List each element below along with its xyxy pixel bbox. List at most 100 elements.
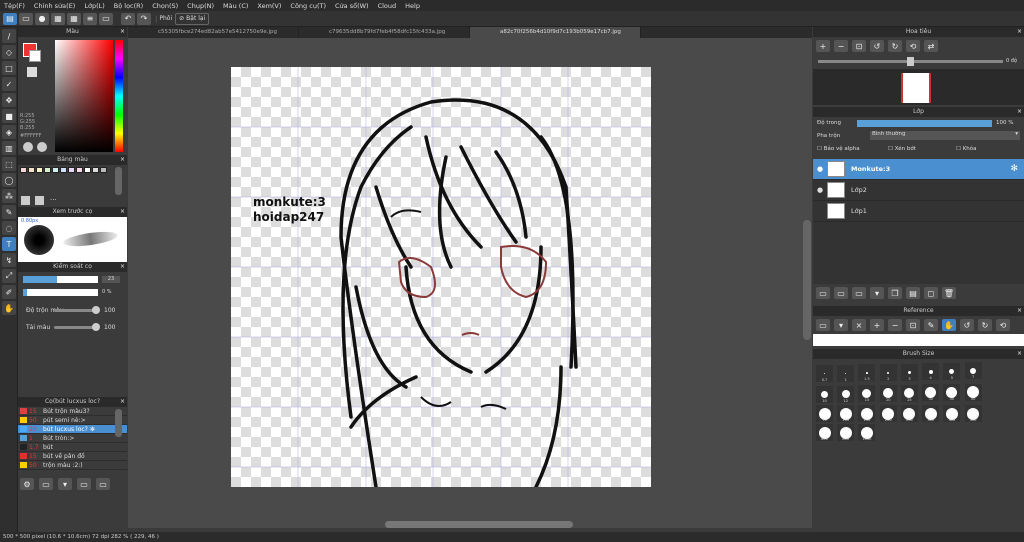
brush-size-option[interactable]: 0.7 [816,364,833,382]
vertical-scrollbar[interactable] [803,220,811,340]
zoom-in-icon[interactable]: + [816,40,830,52]
save-icon[interactable]: ▦ [51,12,65,25]
protect-alpha-checkbox[interactable]: ☐ Bảo vệ alpha [817,146,860,152]
magic-wand-icon[interactable]: ⁂ [2,189,16,203]
select-area-icon[interactable]: ⬚ [2,157,16,171]
toolbar-label-1[interactable]: Phôi [159,15,172,22]
reference-zoom-out-icon[interactable]: − [888,319,902,331]
clear-layer-icon[interactable]: ◻ [924,287,938,299]
menu-filter[interactable]: Bộ lọc(R) [114,2,143,10]
brush-size-option[interactable]: 15 [858,385,876,402]
brush-list-scrollbar[interactable] [115,409,122,437]
new-folder-icon[interactable]: ▭ [852,287,866,299]
brush-size-option[interactable]: 50 [964,383,982,401]
palette-scrollbar[interactable] [115,167,122,195]
palette-add-icon[interactable] [21,196,30,205]
reference-rotate-right-icon[interactable]: ↻ [978,319,992,331]
close-icon[interactable]: × [1017,107,1022,117]
brush-add-menu-icon[interactable]: ▾ [58,478,72,490]
clipping-checkbox[interactable]: ☐ Xén bớt [888,146,916,152]
reset-rotate-icon[interactable]: ⟲ [906,40,920,52]
select-eraser-icon[interactable]: ◌ [2,221,16,235]
reference-zoom-in-icon[interactable]: + [870,319,884,331]
menu-layer[interactable]: Lớp(L) [84,2,104,10]
reference-hand-icon[interactable]: ✋ [942,319,956,331]
close-icon[interactable]: × [120,27,125,37]
color-saturation-field[interactable] [55,40,113,152]
brush-item[interactable]: 15 Bút trộn màu3? [18,407,127,416]
brush-size-option[interactable]: 10 [816,386,833,403]
zoom-out-icon[interactable]: − [834,40,848,52]
reference-fit-icon[interactable]: ⊡ [906,319,920,331]
gear-icon[interactable]: ✻ [90,426,95,433]
tab-doc-2[interactable]: c79635dd8b79fd7feb4f58dfc15fc433a.jpg [299,27,470,38]
menu-help[interactable]: Help [405,2,420,10]
reset-button[interactable]: ⊘ Bật lại [175,12,210,25]
brush-size-bar[interactable] [23,276,98,283]
zoom-fit-icon[interactable]: ⊡ [852,40,866,52]
window-icon[interactable]: ▭ [99,12,113,25]
hand-icon[interactable]: ✋ [2,301,16,315]
reference-rotate-left-icon[interactable]: ↺ [960,319,974,331]
chat-icon[interactable]: ● [35,12,49,25]
reference-close-icon[interactable]: × [852,319,866,331]
brush-size-option[interactable]: 25 [900,384,918,402]
undo-icon[interactable]: ↶ [121,12,135,25]
brush-size-option[interactable]: 150 [858,405,876,422]
blend-slider-knob[interactable] [92,306,100,314]
rotation-slider-knob[interactable] [907,57,914,66]
divide-tool-icon[interactable]: ↯ [2,253,16,267]
brush-size-option[interactable]: 100 [837,405,855,422]
brush-size-option[interactable]: 1000 [858,424,876,441]
flip-icon[interactable]: ⇄ [924,40,938,52]
close-icon[interactable]: × [120,155,125,165]
transparent-color-swatch[interactable] [27,67,37,77]
brush-size-option[interactable]: 30 [922,384,940,401]
menu-select[interactable]: Chọn(S) [152,2,178,10]
secondary-color-swatch[interactable] [29,50,41,62]
brush-size-option[interactable]: 500 [964,405,982,422]
brush-size-option[interactable]: 12 [837,385,855,403]
brush-item[interactable]: 1.7 bút [18,443,127,452]
layer-opacity-bar[interactable] [857,120,992,127]
menu-view[interactable]: Xem(V) [257,2,281,10]
menu-edit[interactable]: Chỉnh sửa(E) [34,2,75,10]
brush-size-option[interactable]: 1 [837,364,855,382]
horizontal-scrollbar[interactable] [385,521,573,528]
palette-swatches[interactable] [18,165,127,177]
brush-size-option[interactable]: 70 [816,405,833,422]
gradient-icon[interactable]: ▥ [2,141,16,155]
menu-icon[interactable]: ≡ [83,12,97,25]
brush-size-option[interactable]: 20 [879,384,897,402]
tab-doc-3[interactable]: a82c70f256b4d10f9d7c193b059e17cb7.jpg [470,27,641,38]
brush-size-option[interactable]: 800 [837,424,855,441]
select-pen-icon[interactable]: ✎ [2,205,16,219]
bucket-icon[interactable]: ◈ [2,125,16,139]
tab-doc-1[interactable]: c55305fbce274ed82ab57e5412750e9e.jpg [128,27,299,38]
layer-row-lop2[interactable]: ● Lớp2 [813,180,1024,201]
eraser-tool-icon[interactable]: ◇ [2,45,16,59]
brush-item[interactable]: 50 pút semi nè:> [18,416,127,425]
brush-folder2-icon[interactable]: ▭ [96,478,110,490]
brush-folder-icon[interactable]: ▭ [77,478,91,490]
brush-size-option[interactable]: 3 [900,363,918,381]
new-layer-menu-icon[interactable]: ▾ [870,287,884,299]
drawing-canvas[interactable]: monkute:3 hoidap247 [231,67,651,487]
rotate-left-icon[interactable]: ↺ [870,40,884,52]
layer-row-lop1[interactable]: Lớp1 [813,201,1024,222]
picker-icon[interactable]: ✐ [2,285,16,299]
brush-size-option[interactable]: 2 [879,364,897,381]
lasso-icon[interactable]: ✓ [2,77,16,91]
reference-menu-icon[interactable]: ▾ [834,319,848,331]
mix-slider-knob[interactable] [92,323,100,331]
brush-size-option[interactable]: 300 [922,405,940,422]
menu-tools[interactable]: Công cụ(T) [290,2,326,10]
merge-layer-icon[interactable]: ▤ [906,287,920,299]
close-icon[interactable]: × [1017,349,1022,359]
new-layer-icon[interactable]: ▭ [816,287,830,299]
new-layer-1bit-icon[interactable]: ▭ [834,287,848,299]
brush-size-option[interactable]: 250 [900,405,918,422]
close-icon[interactable]: × [120,207,125,217]
reference-pen-icon[interactable]: ✎ [924,319,938,331]
rect-select-icon[interactable]: □ [2,61,16,75]
